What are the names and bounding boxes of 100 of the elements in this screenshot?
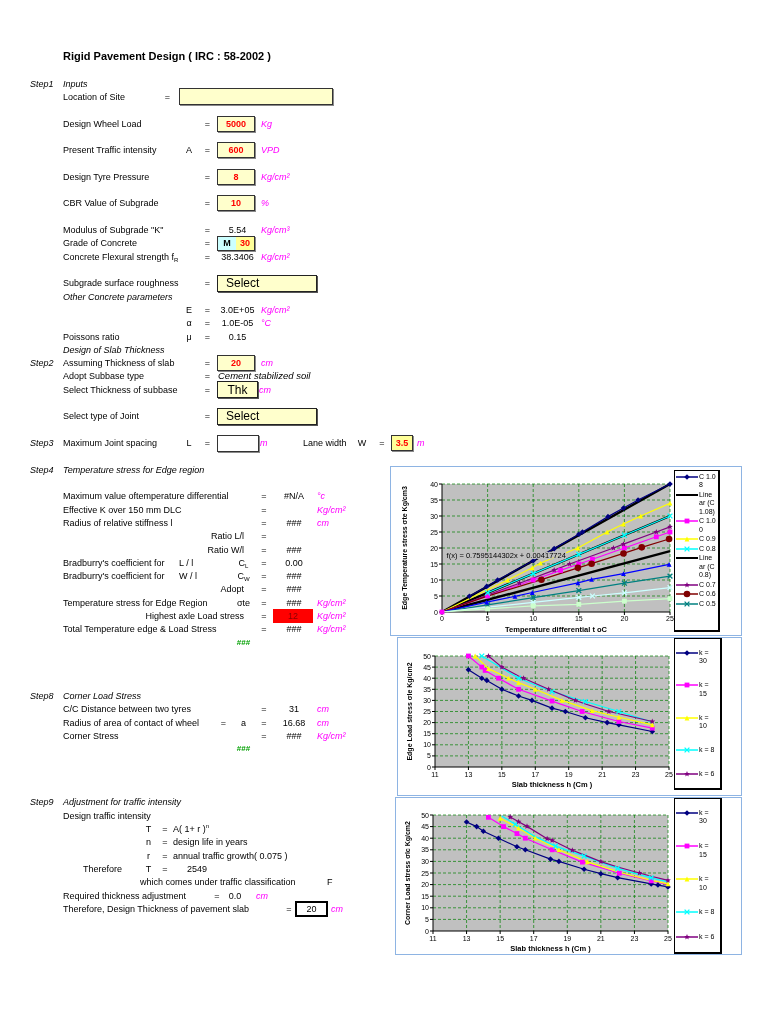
symbol-label: T <box>145 823 152 836</box>
symbol-label: r <box>147 849 150 862</box>
symbol-label: W <box>357 437 367 449</box>
field-label: Required thickness adjustment <box>63 889 187 902</box>
value-text: ### <box>286 583 302 596</box>
unit-label: m <box>417 437 425 449</box>
field-label: Assuming Thickness of slab <box>63 357 175 370</box>
value-text: ### <box>286 543 302 556</box>
field-label: Grade of Concrete <box>63 237 138 250</box>
value-text: ### <box>286 516 302 529</box>
step-label: Step1 <box>30 77 54 90</box>
field-label: Subgrade surface roughness <box>63 277 179 290</box>
value-text: 31 <box>289 703 299 716</box>
unit-label: °c <box>317 490 326 503</box>
equals-sign: = <box>204 410 211 423</box>
equals-sign: = <box>261 543 267 556</box>
symbol-label: a <box>241 716 246 729</box>
value-text: 5.54 <box>228 224 247 236</box>
unit-label: °C <box>261 317 272 330</box>
field-label: Design Wheel Load <box>63 117 142 130</box>
equals-sign: = <box>204 383 211 396</box>
equals-sign: = <box>261 516 267 529</box>
unit-label: Kg <box>261 117 272 130</box>
section-heading: Corner Load Stress <box>63 689 142 702</box>
unit-label: cm <box>256 889 268 902</box>
equals-sign: = <box>204 277 211 290</box>
field-label: Present Traffic intensity <box>63 144 157 157</box>
step-label: Step4 <box>30 463 54 476</box>
unit-label: Kg/cm² <box>261 250 290 263</box>
section-heading: Temperature stress for Edge region <box>63 463 205 476</box>
unit-label: VPD <box>261 144 280 157</box>
equals-sign: = <box>204 317 211 330</box>
value-text: 0.15 <box>228 330 247 343</box>
field-label: CBR Value of Subgrade <box>63 197 159 210</box>
symbol-label: α <box>186 317 192 330</box>
symbol-label: L <box>186 437 192 449</box>
field-label: Ratio W/l <box>207 543 244 556</box>
equals-sign: = <box>261 556 267 569</box>
equals-sign: = <box>214 889 220 902</box>
symbol-label: n <box>146 836 151 849</box>
value-text: ### <box>286 729 302 742</box>
equals-sign: = <box>261 623 267 636</box>
field-label: Temperature stress for Edge Region <box>63 596 208 609</box>
field-label: Location of Site <box>63 90 126 103</box>
equals-sign: = <box>261 503 267 516</box>
unit-label: cm <box>317 516 329 529</box>
field-label: Lane width <box>303 437 347 449</box>
field-label: Ratio L/l <box>210 530 244 543</box>
field-label: Select type of Joint <box>63 410 140 423</box>
equals-sign: = <box>286 902 292 915</box>
value-text: 38.3406 <box>221 250 254 263</box>
unit-label: cm <box>317 716 329 729</box>
unit-label: Kg/cm² <box>261 303 290 316</box>
symbol-label: E <box>186 303 192 316</box>
equals-sign: = <box>164 90 171 103</box>
equals-sign: = <box>261 490 267 503</box>
field-label: Corner Stress <box>63 729 119 742</box>
unit-label: Kg/cm² <box>317 610 346 623</box>
unit-label: cm <box>259 383 271 396</box>
field-label: Bradburry's coefficient for <box>63 556 165 569</box>
value-text: 1.0E-05 <box>221 317 254 330</box>
field-label: Modulus of Subgrade "K" <box>63 224 164 236</box>
field-label: Adopt Subbase type <box>63 370 145 383</box>
equals-sign: = <box>204 224 211 236</box>
value-text: 0.00 <box>285 556 303 569</box>
equals-sign: = <box>261 703 267 716</box>
equals-sign: = <box>204 197 211 210</box>
field-label: Concrete Flexural strength f$_{R}$ <box>63 250 179 263</box>
field-label: Maximum value oftemperature differential <box>63 490 229 503</box>
unit-label: Kg/cm² <box>317 503 346 516</box>
ratio-label: L / l <box>179 556 194 569</box>
equals-sign: = <box>162 836 168 849</box>
equals-sign: = <box>204 370 211 383</box>
equals-sign: = <box>162 863 168 875</box>
section-heading: Adjustment for traffic intensity <box>63 796 182 809</box>
equals-sign: = <box>204 330 211 343</box>
equals-sign: = <box>261 583 267 596</box>
unit-label: % <box>261 197 269 210</box>
grade-prefix: M <box>218 236 236 250</box>
unit-label: m <box>260 437 268 449</box>
unit-label: Kg/cm³ <box>261 224 290 236</box>
value-text: F <box>327 876 333 889</box>
overflow-text: ### <box>236 743 251 756</box>
equals-sign: = <box>204 170 211 183</box>
symbol-label: σte <box>236 596 251 609</box>
value-text: annual traffic growth( 0.075 ) <box>173 849 288 862</box>
unit-label: cm <box>261 357 273 370</box>
equals-sign: = <box>204 117 211 130</box>
equals-sign: = <box>204 250 211 263</box>
section-heading: Inputs <box>63 77 88 90</box>
symbol-label: A <box>186 144 192 157</box>
equals-sign: = <box>261 596 267 609</box>
equals-sign: = <box>204 437 211 449</box>
equals-sign: = <box>220 716 227 729</box>
value-text: design life in years <box>173 836 248 849</box>
field-label: C/C Distance between two tyres <box>63 703 192 716</box>
unit-label: cm <box>331 902 343 915</box>
step-label: Step3 <box>30 437 54 449</box>
equals-sign: = <box>261 570 267 583</box>
symbol-label: μ <box>186 330 192 343</box>
